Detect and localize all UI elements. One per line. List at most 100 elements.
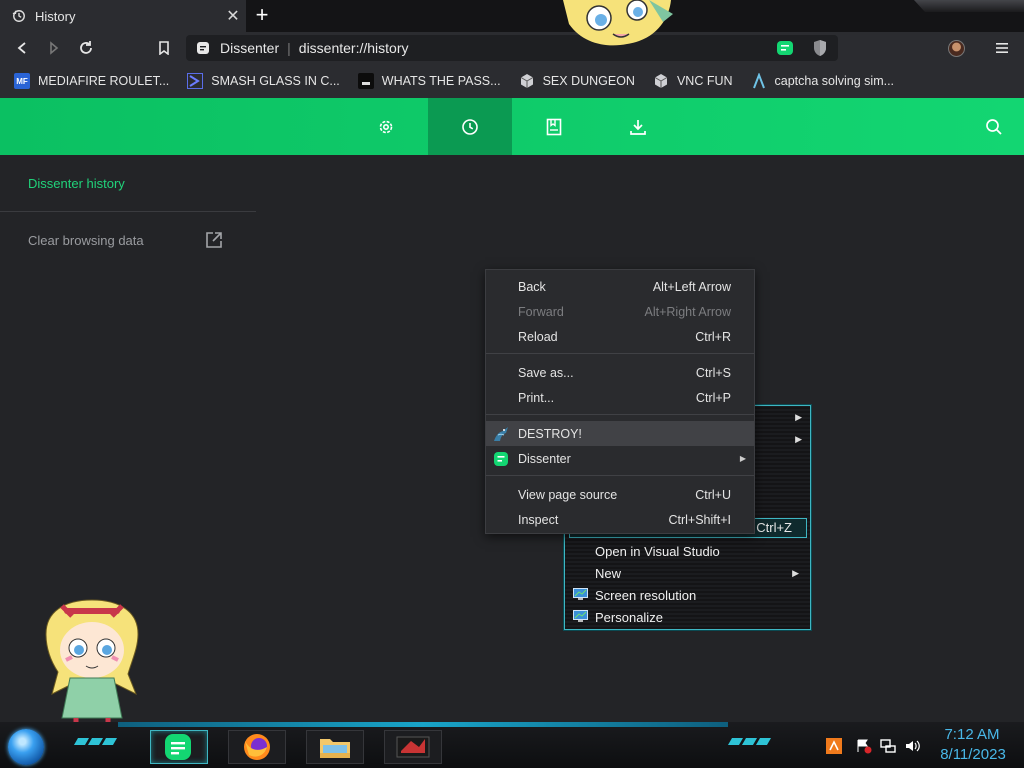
print-menu-item[interactable]: Print... Ctrl+P <box>486 385 754 410</box>
cartoon-character-decoration <box>563 0 673 46</box>
address-bar[interactable]: Dissenter | dissenter://history <box>186 35 838 61</box>
back-menu-item[interactable]: Back Alt+Left Arrow <box>486 274 754 299</box>
lambda-icon <box>752 73 765 89</box>
search-button[interactable] <box>952 98 1024 155</box>
dark-square-icon <box>357 73 374 89</box>
history-icon <box>462 118 478 135</box>
monitor-icon <box>573 610 588 622</box>
new-tab-button[interactable]: + <box>250 4 274 28</box>
bookmark-item[interactable]: VNC FUN <box>653 73 733 89</box>
back-arrow-icon <box>17 42 26 54</box>
menu-button[interactable] <box>990 36 1014 60</box>
sidebar-divider <box>0 211 256 212</box>
bookmark-button[interactable] <box>152 36 176 60</box>
bookmark-item[interactable]: SMASH GLASS IN C... <box>187 73 340 89</box>
site-name: Dissenter <box>220 40 280 56</box>
menu-item-shortcut: Ctrl+R <box>695 329 731 344</box>
dissenter-extension-icon[interactable] <box>776 39 794 57</box>
menu-item-shortcut: Ctrl+U <box>695 487 731 502</box>
clock-date[interactable]: 8/11/2023 <box>934 746 1012 763</box>
bookmark-item[interactable]: SEX DUNGEON <box>519 73 635 89</box>
submenu-arrow-icon: ▶ <box>739 454 746 463</box>
taskbar-dissenter-app[interactable] <box>150 730 208 764</box>
save-as-menu-item[interactable]: Save as... Ctrl+S <box>486 360 754 385</box>
bookmark-icon <box>159 41 169 55</box>
menu-item-label: Personalize <box>595 609 663 625</box>
dissenter-icon <box>494 452 508 466</box>
reload-icon <box>80 41 92 54</box>
tab-history[interactable]: History ✕ <box>0 0 246 32</box>
firefox-icon <box>244 734 270 760</box>
submenu-arrow-icon: ▶ <box>792 568 799 578</box>
dissenter-header <box>0 98 1024 155</box>
taskbar-media-app[interactable] <box>384 730 442 764</box>
menu-item-shortcut: Ctrl+P <box>695 390 731 405</box>
taskbar-glow-strip <box>118 722 728 727</box>
bookmark-item[interactable]: MF MEDIAFIRE ROULET... <box>14 73 169 89</box>
dissenter-site-icon <box>197 42 209 54</box>
menu-item-label: View page source <box>518 487 618 502</box>
new-item[interactable]: New ▶ <box>567 562 807 584</box>
taskbar-file-explorer-app[interactable] <box>306 730 364 764</box>
menu-item-label: Print... <box>518 390 555 405</box>
back-button[interactable] <box>10 36 34 60</box>
menu-separator <box>486 475 754 476</box>
bookmark-label: MEDIAFIRE ROULET... <box>38 74 170 88</box>
menu-item-shortcut: Alt+Left Arrow <box>652 279 731 294</box>
sidebar-history-link[interactable]: Dissenter history <box>28 176 125 191</box>
bookmark-label: captcha solving sim... <box>774 74 895 88</box>
cube-icon <box>520 74 533 88</box>
menu-item-label: Screen resolution <box>595 587 697 603</box>
downloads-nav-button[interactable] <box>596 98 680 155</box>
menu-item-label: Inspect <box>518 512 559 527</box>
url-separator: | <box>287 40 291 56</box>
menu-item-label: Reload <box>518 329 558 344</box>
volume-icon[interactable] <box>904 738 920 754</box>
bookmarks-nav-button[interactable] <box>512 98 596 155</box>
menu-item-label: Open in Visual Studio <box>595 543 720 559</box>
menu-item-label: Back <box>518 279 546 294</box>
menu-item-label: Forward <box>518 304 564 319</box>
external-link-icon[interactable] <box>205 231 223 249</box>
mediafire-icon: MF <box>14 73 30 89</box>
start-button[interactable] <box>8 729 44 765</box>
shield-icon[interactable] <box>812 39 828 57</box>
open-in-visual-studio-item[interactable]: Open in Visual Studio <box>567 540 807 562</box>
taskbar-chevron-decoration <box>727 738 772 745</box>
bookmark-item[interactable]: captcha solving sim... <box>751 73 895 89</box>
chevron-logo-icon <box>187 73 204 89</box>
dissenter-menu-item[interactable]: Dissenter ▶ <box>486 446 754 471</box>
submenu-arrow-icon: ▶ <box>795 434 802 444</box>
tab-strip: History ✕ + <box>0 0 1024 32</box>
view-page-source-menu-item[interactable]: View page source Ctrl+U <box>486 482 754 507</box>
bookmark-item[interactable]: WHATS THE PASS... <box>357 73 501 89</box>
browser-context-menu: Back Alt+Left Arrow Forward Alt+Right Ar… <box>485 269 755 534</box>
url-text: dissenter://history <box>298 40 409 56</box>
desktop-menu-shortcut: Ctrl+Z <box>756 520 792 535</box>
reload-button[interactable] <box>74 36 98 60</box>
tab-close-button[interactable]: ✕ <box>220 6 246 26</box>
action-center-flag-icon[interactable] <box>856 738 872 754</box>
menu-item-shortcut: Ctrl+Shift+I <box>668 512 731 527</box>
history-nav-button[interactable] <box>428 98 512 155</box>
inspect-menu-item[interactable]: Inspect Ctrl+Shift+I <box>486 507 754 532</box>
screen-resolution-item[interactable]: Screen resolution <box>567 584 807 606</box>
network-icon[interactable] <box>880 738 896 754</box>
personalize-item[interactable]: Personalize <box>567 606 807 628</box>
forward-button[interactable] <box>42 36 66 60</box>
search-icon <box>986 118 1002 135</box>
menu-item-shortcut: Alt+Right Arrow <box>644 304 732 319</box>
dissenter-app-icon <box>165 734 191 760</box>
gear-icon <box>379 120 393 133</box>
destroy-menu-item[interactable]: DESTROY! <box>486 421 754 446</box>
screen: History ✕ + Dissenter | dissenter://hist… <box>0 0 1024 768</box>
media-thumbnail-icon <box>396 736 430 758</box>
download-icon <box>630 119 646 135</box>
reload-menu-item[interactable]: Reload Ctrl+R <box>486 324 754 349</box>
settings-nav-button[interactable] <box>344 98 428 155</box>
tray-app-icon[interactable] <box>826 738 842 754</box>
profile-avatar[interactable] <box>948 40 965 57</box>
clock-time[interactable]: 7:12 AM <box>940 726 1004 743</box>
taskbar-firefox-app[interactable] <box>228 730 286 764</box>
clear-browsing-data-link[interactable]: Clear browsing data <box>28 233 144 248</box>
